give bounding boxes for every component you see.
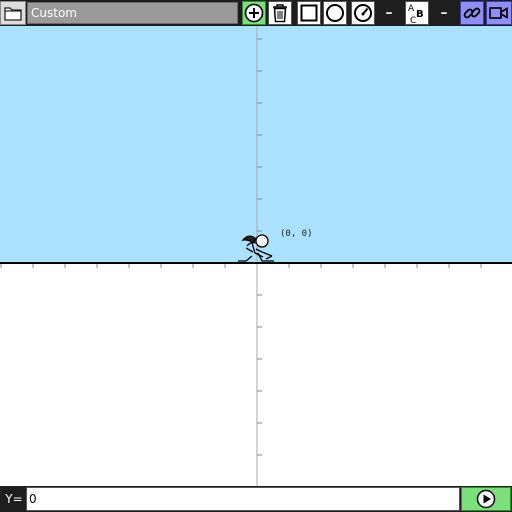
gauge-icon (354, 4, 372, 22)
open-folder-button[interactable] (0, 1, 26, 25)
sky-region (0, 26, 512, 263)
link-button[interactable] (460, 1, 484, 25)
toolbar: Custom – A B C – (0, 0, 512, 26)
folder-icon (4, 7, 22, 21)
link-icon (463, 7, 481, 19)
add-icon (244, 3, 264, 23)
title-field[interactable]: Custom (27, 2, 238, 24)
circle-icon (326, 4, 344, 22)
camera-button[interactable] (486, 1, 512, 25)
svg-text:B: B (416, 9, 424, 20)
minus-button-1[interactable]: – (377, 1, 401, 25)
graph-canvas[interactable]: (0, 0) (0, 26, 512, 486)
text-abc-icon: A B C (408, 4, 424, 24)
equation-bar: Y= (0, 486, 512, 512)
delete-button[interactable] (268, 1, 292, 25)
equation-input[interactable] (26, 487, 460, 511)
speed-button[interactable] (351, 1, 375, 25)
square-icon (300, 4, 318, 22)
play-icon (476, 489, 496, 509)
trash-icon (273, 4, 287, 23)
text-button[interactable]: A B C (405, 1, 429, 25)
svg-text:A: A (408, 4, 415, 14)
add-button[interactable] (242, 1, 266, 25)
svg-text:C: C (410, 16, 416, 24)
minus-button-2[interactable]: – (432, 1, 456, 25)
minus-icon: – (440, 5, 448, 21)
equation-label: Y= (5, 492, 23, 506)
play-button[interactable] (461, 487, 511, 511)
camera-icon (489, 7, 508, 19)
origin-label: (0, 0) (280, 229, 313, 239)
minus-icon: – (385, 5, 393, 21)
circle-tool-button[interactable] (323, 1, 347, 25)
square-tool-button[interactable] (297, 1, 321, 25)
ground-region (0, 263, 512, 486)
